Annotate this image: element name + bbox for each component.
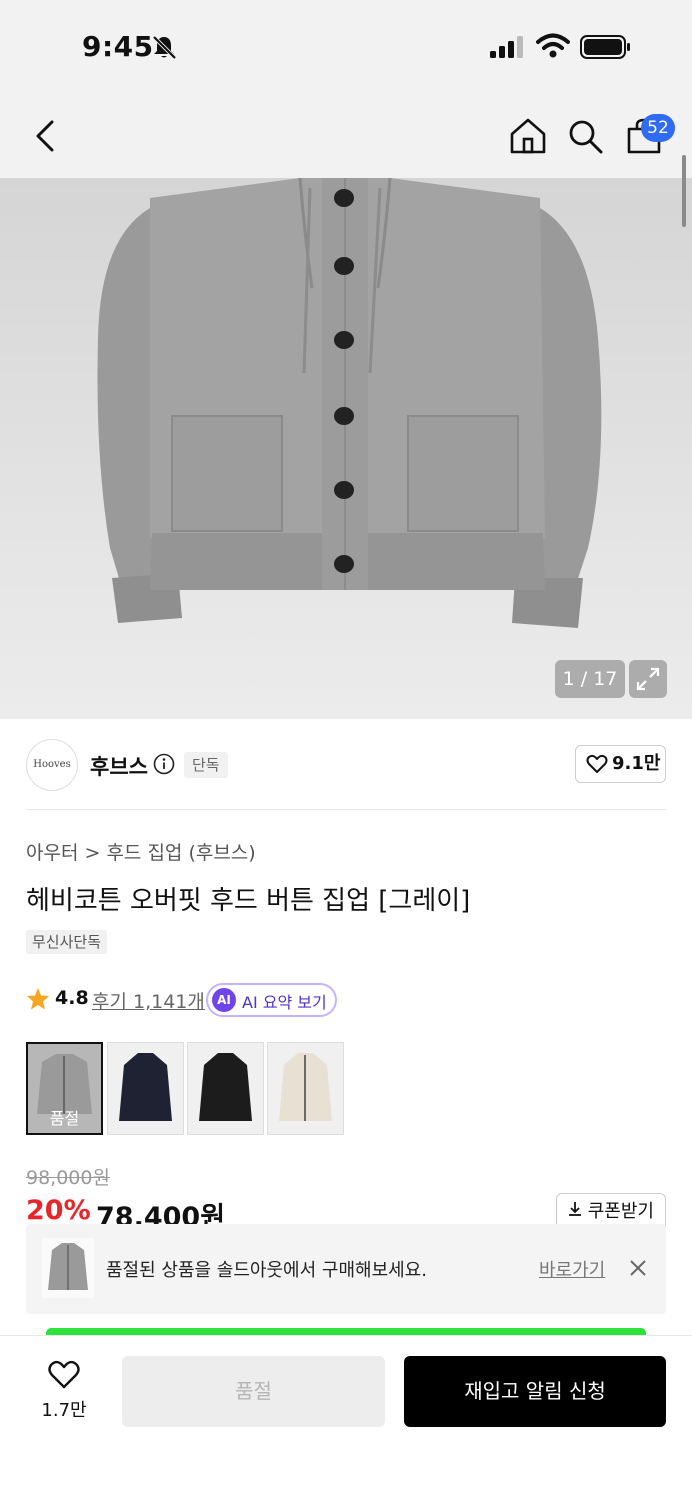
coupon-label: 쿠폰받기 — [587, 1201, 654, 1222]
heart-icon[interactable] — [48, 1360, 80, 1390]
expand-icon — [636, 667, 660, 691]
banner-thumbnail — [42, 1238, 94, 1298]
download-icon — [569, 1202, 581, 1216]
rating-value: 4.8 — [55, 987, 89, 1009]
original-price: 98,000원 — [26, 1167, 110, 1189]
close-icon[interactable] — [628, 1258, 648, 1278]
info-icon[interactable] — [153, 753, 175, 775]
status-bar: 9:45 — [0, 0, 692, 95]
status-time: 9:45 — [82, 30, 154, 63]
banner-link[interactable]: 바로가기 — [539, 1256, 605, 1282]
brand-like-count: 9.1만 — [612, 753, 661, 774]
ai-summary-button[interactable]: AI AI 요약 보기 — [206, 983, 337, 1017]
star-icon — [27, 988, 49, 1010]
swatch-thumbnail — [279, 1053, 332, 1121]
swatch-thumbnail — [199, 1053, 252, 1121]
product-image-gallery[interactable] — [0, 178, 692, 719]
color-swatch-ivory[interactable] — [267, 1042, 344, 1135]
heart-icon — [586, 754, 608, 773]
color-swatch-black[interactable] — [187, 1042, 264, 1135]
home-icon[interactable] — [508, 117, 548, 155]
bell-off-icon — [152, 35, 177, 60]
battery-icon — [580, 35, 630, 59]
color-swatch-navy[interactable] — [107, 1042, 184, 1135]
cart-count-badge: 52 — [641, 114, 675, 142]
back-icon[interactable] — [30, 119, 60, 153]
banner-text: 품절된 상품을 솔드아웃에서 구매해보세요. — [106, 1260, 427, 1281]
soldout-banner: 품절된 상품을 솔드아웃에서 구매해보세요. 바로가기 — [26, 1224, 666, 1314]
soldout-button[interactable]: 품절 — [122, 1356, 385, 1427]
ai-summary-label: AI 요약 보기 — [242, 993, 327, 1012]
swatch-soldout-label: 품절 — [49, 1109, 80, 1128]
signal-icon — [490, 36, 523, 58]
product-title: 헤비코튼 오버핏 후드 버튼 집업 [그레이] — [26, 886, 471, 916]
color-swatch-gray[interactable]: 품절 — [26, 1042, 103, 1135]
image-counter: 1 / 17 — [555, 660, 625, 698]
top-nav — [0, 95, 692, 178]
exclusive-badge: 단독 — [184, 752, 228, 778]
scrollbar-thumb[interactable] — [682, 155, 686, 227]
wifi-icon — [536, 33, 570, 58]
wishlist-count: 1.7만 — [41, 1400, 87, 1421]
search-icon[interactable] — [566, 117, 604, 155]
divider — [26, 809, 666, 810]
brand-name[interactable]: 후브스 — [90, 751, 148, 781]
review-count-link[interactable]: 후기 1,141개 — [92, 987, 205, 1014]
swatch-thumbnail — [119, 1053, 172, 1121]
discount-rate: 20% — [26, 1195, 91, 1226]
rating-row: 4.8 후기 1,141개 AI AI 요약 보기 — [26, 983, 686, 1017]
brand-logo[interactable]: Hooves — [26, 739, 78, 791]
product-photo — [97, 178, 602, 628]
breadcrumb[interactable]: 아우터 > 후드 집업 (후브스) — [26, 838, 256, 865]
expand-image-button[interactable] — [629, 660, 667, 698]
restock-alert-button[interactable]: 재입고 알림 신청 — [404, 1356, 666, 1427]
brand-row: Hooves 후브스 단독 9.1만 — [0, 719, 692, 811]
brand-like-button[interactable]: 9.1만 — [575, 745, 666, 783]
bottom-action-bar: 1.7만 품절 재입고 알림 신청 — [0, 1335, 692, 1500]
musinsa-exclusive-badge: 무신사단독 — [26, 930, 108, 954]
ai-icon: AI — [212, 988, 236, 1012]
